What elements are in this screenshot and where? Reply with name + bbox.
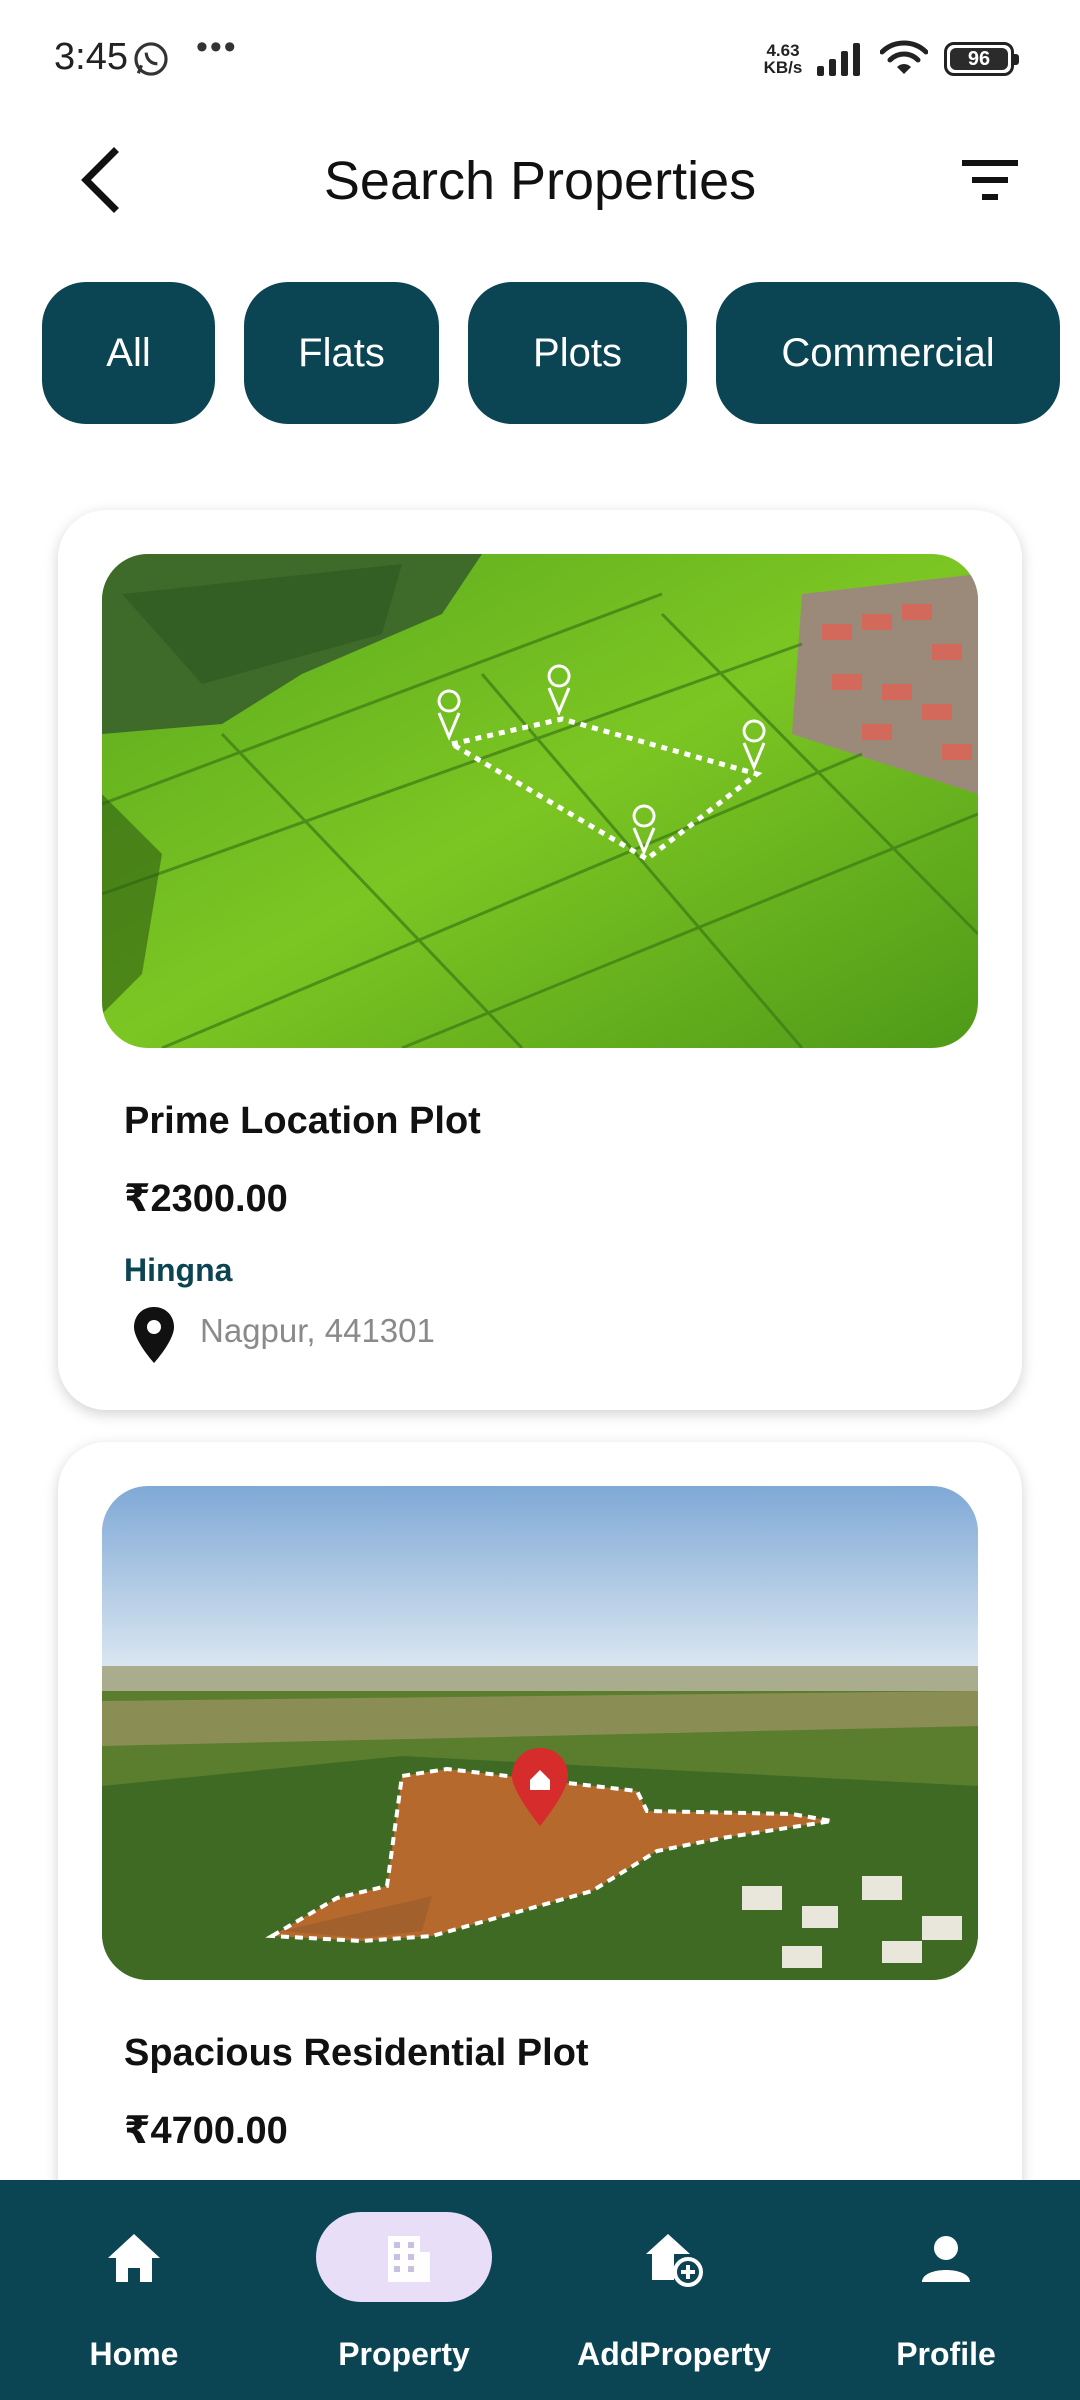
whatsapp-icon	[134, 42, 168, 76]
property-card[interactable]: Prime Location Plot ₹2300.00 Hingna Nagp…	[58, 510, 1022, 1410]
battery-icon: 96	[944, 42, 1019, 76]
property-image	[102, 554, 978, 1048]
status-bar: 3:45 ••• 4.63 KB/s 96	[0, 0, 1080, 120]
chip-plots[interactable]: Plots	[468, 282, 687, 424]
network-speed-unit: KB/s	[763, 58, 803, 77]
network-speed: 4.63 KB/s	[760, 42, 806, 76]
network-speed-value: 4.63	[766, 41, 800, 60]
property-image	[102, 1486, 978, 1980]
property-title: Prime Location Plot	[124, 1100, 481, 1142]
bottom-navigation: Home Property AddProperty Profile	[0, 2180, 1080, 2400]
category-chips: All Flats Plots Commercial	[0, 282, 1080, 424]
property-area: Hingna	[124, 1252, 233, 1288]
wifi-icon	[880, 40, 928, 74]
nav-property[interactable]: Property	[284, 2180, 524, 2400]
chip-flats[interactable]: Flats	[244, 282, 439, 424]
more-dots-icon: •••	[196, 28, 238, 66]
nav-label-property: Property	[338, 2336, 470, 2372]
nav-label-add-property: AddProperty	[577, 2336, 771, 2372]
home-icon	[108, 2234, 160, 2282]
nav-label-profile: Profile	[896, 2336, 996, 2372]
location-pin-icon	[134, 1307, 174, 1363]
chip-all[interactable]: All	[42, 282, 215, 424]
signal-icon	[817, 43, 860, 76]
add-home-icon	[646, 2234, 703, 2287]
page-title: Search Properties	[323, 151, 757, 211]
property-price: ₹2300.00	[124, 1178, 288, 1220]
nav-profile[interactable]: Profile	[826, 2180, 1066, 2400]
battery-level: 96	[950, 48, 1008, 70]
nav-home[interactable]: Home	[14, 2180, 254, 2400]
person-icon	[922, 2236, 970, 2282]
chip-commercial[interactable]: Commercial	[716, 282, 1060, 424]
property-price: ₹4700.00	[124, 2110, 288, 2152]
filter-icon[interactable]	[950, 150, 1030, 210]
nav-label-home: Home	[89, 2336, 179, 2372]
nav-add-property[interactable]: AddProperty	[554, 2180, 794, 2400]
building-icon	[388, 2236, 430, 2282]
property-title: Spacious Residential Plot	[124, 2032, 589, 2074]
status-time: 3:45	[54, 36, 128, 78]
property-location: Nagpur, 441301	[200, 1312, 435, 1349]
